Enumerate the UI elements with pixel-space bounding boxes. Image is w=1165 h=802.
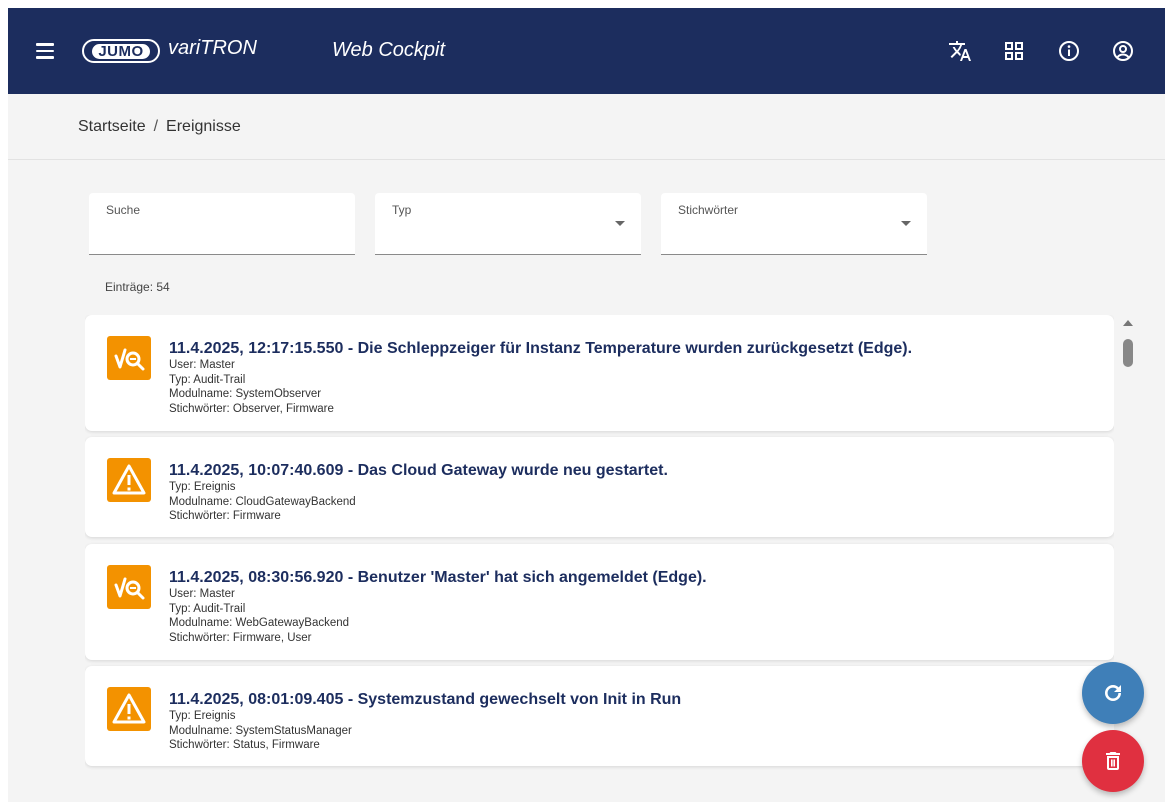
event-card[interactable]: 11.4.2025, 08:30:56.920 - Benutzer 'Mast… <box>85 544 1114 660</box>
event-type: Typ: Audit-Trail <box>169 373 246 386</box>
breadcrumb: Startseite / Ereignisse <box>78 118 241 136</box>
event-type: Typ: Ereignis <box>169 710 236 722</box>
breadcrumb-home[interactable]: Startseite <box>78 118 146 135</box>
type-select[interactable]: Typ <box>375 193 641 255</box>
event-title: 11.4.2025, 08:30:56.920 - Benutzer 'Mast… <box>169 569 707 586</box>
keywords-select[interactable]: Stichwörter <box>661 193 927 255</box>
refresh-icon <box>1105 685 1121 701</box>
app-window: JUMO variTRON Web Cockpit Startseite / Ere… <box>8 8 1165 802</box>
translate-icon[interactable] <box>946 37 974 65</box>
event-keywords: Stichwörter: Observer, Firmware <box>169 402 334 415</box>
event-details: Typ: Ereignis Modulname: SystemStatusMan… <box>169 709 352 753</box>
app-title: Web Cockpit <box>332 39 446 61</box>
audit-trail-icon <box>107 336 151 380</box>
event-keywords: Stichwörter: Firmware, User <box>169 631 312 644</box>
chevron-down-icon <box>615 221 625 226</box>
breadcrumb-bar: Startseite / Ereignisse <box>8 94 1165 160</box>
search-field[interactable]: Suche <box>89 193 355 255</box>
scroll-thumb[interactable] <box>1123 339 1133 367</box>
event-keywords: Stichwörter: Status, Firmware <box>169 739 320 751</box>
event-user: User: Master <box>169 359 235 371</box>
search-label: Suche <box>106 203 141 217</box>
event-list: 11.4.2025, 12:17:15.550 - Die Schleppzei… <box>85 315 1114 785</box>
event-details: User: Master Typ: Audit-Trail Modulname:… <box>169 587 349 645</box>
top-bar: JUMO variTRON Web Cockpit <box>8 8 1165 94</box>
event-title: 11.4.2025, 10:07:40.609 - Das Cloud Gate… <box>169 462 668 479</box>
warning-icon <box>107 687 151 731</box>
entries-count: Einträge: 54 <box>105 280 170 294</box>
dashboard-icon[interactable] <box>1000 37 1028 65</box>
event-type: Typ: Ereignis <box>169 481 236 493</box>
menu-icon[interactable] <box>36 39 66 63</box>
event-details: User: Master Typ: Audit-Trail Modulname:… <box>169 358 334 416</box>
audit-trail-icon <box>107 565 151 609</box>
event-title: 11.4.2025, 08:01:09.405 - Systemzustand … <box>169 691 682 708</box>
event-card[interactable]: 11.4.2025, 12:17:15.550 - Die Schleppzei… <box>85 315 1114 431</box>
event-module: Modulname: SystemStatusManager <box>169 724 352 737</box>
event-title: 11.4.2025, 12:17:15.550 - Die Schleppzei… <box>169 340 913 357</box>
event-keywords: Stichwörter: Firmware <box>169 510 281 522</box>
trash-icon <box>1106 752 1120 770</box>
breadcrumb-separator: / <box>153 118 159 135</box>
info-icon[interactable] <box>1055 37 1083 65</box>
event-card[interactable]: 11.4.2025, 08:01:09.405 - Systemzustand … <box>85 666 1114 766</box>
keywords-label: Stichwörter <box>678 203 739 217</box>
logo-text: JUMO <box>92 43 150 59</box>
event-module: Modulname: CloudGatewayBackend <box>169 495 356 508</box>
refresh-button[interactable] <box>1082 662 1144 724</box>
event-user: User: Master <box>169 588 235 600</box>
event-details: Typ: Ereignis Modulname: CloudGatewayBac… <box>169 480 356 524</box>
account-icon[interactable] <box>1109 37 1137 65</box>
breadcrumb-current: Ereignisse <box>166 118 241 135</box>
scroll-up-icon[interactable] <box>1123 320 1133 326</box>
event-module: Modulname: SystemObserver <box>169 388 322 400</box>
event-module: Modulname: WebGatewayBackend <box>169 617 350 629</box>
search-input[interactable] <box>106 223 336 245</box>
event-card[interactable]: 11.4.2025, 10:07:40.609 - Das Cloud Gate… <box>85 437 1114 537</box>
warning-icon <box>107 458 151 502</box>
product-name: variTRON <box>168 37 257 59</box>
jumo-logo: JUMO <box>82 39 160 63</box>
event-type: Typ: Audit-Trail <box>169 602 246 615</box>
chevron-down-icon <box>901 221 911 226</box>
delete-button[interactable] <box>1082 730 1144 792</box>
type-label: Typ <box>392 203 412 217</box>
